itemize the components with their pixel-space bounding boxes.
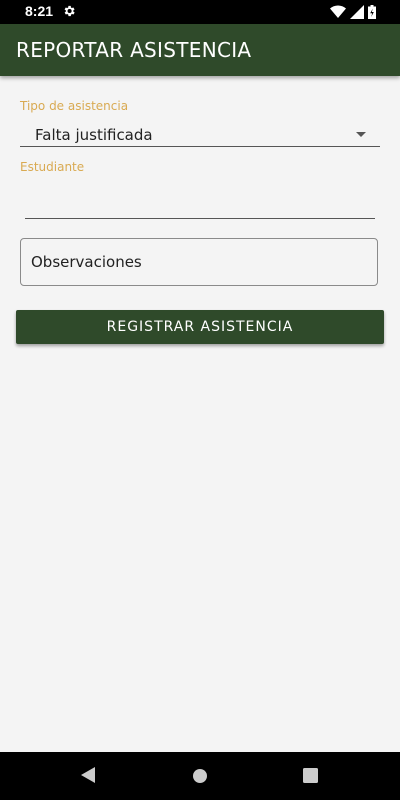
gear-icon <box>64 5 75 17</box>
tipo-asistencia-value: Falta justificada <box>35 126 153 144</box>
estudiante-label: Estudiante <box>20 160 85 174</box>
signal-icon <box>350 5 364 19</box>
page-title: REPORTAR ASISTENCIA <box>16 38 252 62</box>
status-time: 8:21 <box>25 3 54 19</box>
navigation-bar <box>0 752 400 800</box>
observaciones-field[interactable] <box>20 238 378 286</box>
back-icon[interactable] <box>80 766 96 784</box>
recents-icon[interactable] <box>303 768 318 783</box>
dropdown-arrow-icon <box>356 132 366 137</box>
tipo-asistencia-dropdown[interactable]: Falta justificada <box>20 118 380 147</box>
battery-icon <box>368 5 376 19</box>
wifi-icon <box>330 5 346 18</box>
home-icon[interactable] <box>192 768 208 784</box>
estudiante-input[interactable] <box>25 188 375 219</box>
tipo-asistencia-label: Tipo de asistencia <box>20 99 129 113</box>
registrar-asistencia-button[interactable]: REGISTRAR ASISTENCIA <box>16 310 384 344</box>
status-bar: 8:21 <box>0 0 400 24</box>
app-bar: REPORTAR ASISTENCIA <box>0 24 400 76</box>
